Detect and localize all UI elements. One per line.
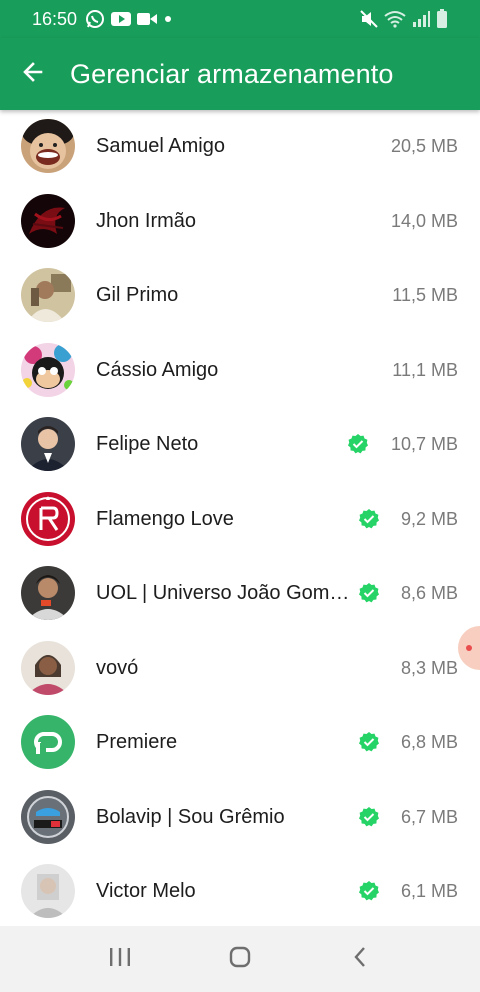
signal-icon: [412, 10, 430, 28]
storage-size: 20,5 MB: [390, 135, 458, 156]
person-photo-avatar: [21, 566, 75, 620]
person-photo-avatar: [21, 417, 75, 471]
chat-name: Gil Primo: [96, 283, 179, 306]
storage-size: 6,7 MB: [400, 806, 458, 827]
storage-size: 6,1 MB: [400, 880, 458, 901]
chat-name: Premiere: [96, 730, 178, 753]
list-item[interactable]: Jhon Irmão 14,0 MB: [0, 184, 480, 258]
nav-back-button[interactable]: [340, 939, 380, 979]
storage-size: 9,2 MB: [400, 508, 458, 529]
notification-icons: [85, 9, 173, 29]
mute-icon: [360, 10, 378, 28]
cartoon-mouse-avatar: [21, 343, 75, 397]
home-icon: [228, 945, 252, 974]
system-navigation-bar: [0, 926, 480, 992]
verified-badge-icon: [359, 732, 379, 752]
youtube-icon: [111, 11, 132, 27]
chat-storage-list[interactable]: Samuel Amigo 20,5 MB Jhon Irmão 14,0 MB …: [0, 110, 480, 926]
system-icons: [360, 9, 448, 29]
verified-badge-icon: [359, 583, 379, 603]
person-photo-avatar: [21, 864, 75, 918]
person-photo-avatar: [21, 268, 75, 322]
chat-name: UOL | Universo João Gom…: [96, 581, 350, 604]
verified-badge-icon: [359, 509, 379, 529]
storage-size: 14,0 MB: [390, 210, 458, 231]
verified-badge-icon: [348, 434, 368, 454]
verified-badge-icon: [359, 807, 379, 827]
list-item[interactable]: Premiere 6,8 MB: [0, 705, 480, 779]
list-item[interactable]: Gil Primo 11,5 MB: [0, 258, 480, 332]
flamengo-crest-avatar: [21, 492, 75, 546]
storage-size: 8,6 MB: [400, 582, 458, 603]
storage-size: 11,5 MB: [392, 284, 458, 305]
list-item[interactable]: vovó 8,3 MB: [0, 631, 480, 705]
recent-apps-icon: [108, 946, 132, 973]
premiere-logo-avatar: [21, 715, 75, 769]
gremio-badge-avatar: [21, 790, 75, 844]
dot-icon: [163, 14, 173, 24]
app-bar: Gerenciar armazenamento: [0, 38, 480, 110]
chat-name: vovó: [96, 656, 139, 679]
chat-name: Victor Melo: [96, 879, 196, 902]
back-icon: [351, 945, 369, 974]
battery-icon: [436, 9, 448, 29]
list-item[interactable]: Cássio Amigo 11,1 MB: [0, 333, 480, 407]
list-item[interactable]: Victor Melo 6,1 MB: [0, 854, 480, 926]
status-bar: 16:50: [0, 0, 480, 38]
list-item[interactable]: Samuel Amigo 20,5 MB: [0, 110, 480, 183]
chat-name: Samuel Amigo: [96, 134, 225, 157]
dark-red-pattern-avatar: [21, 194, 75, 248]
list-item[interactable]: Felipe Neto 10,7 MB: [0, 407, 480, 481]
status-time: 16:50: [32, 8, 78, 29]
page-title: Gerenciar armazenamento: [70, 58, 394, 89]
video-icon: [137, 11, 158, 27]
wifi-icon: [384, 10, 406, 28]
arrow-left-icon: [21, 60, 45, 89]
chat-name: Felipe Neto: [96, 432, 199, 455]
anime-character-avatar: [21, 119, 75, 173]
recent-apps-button[interactable]: [100, 939, 140, 979]
storage-size: 10,7 MB: [390, 433, 458, 454]
list-item[interactable]: UOL | Universo João Gom… 8,6 MB: [0, 556, 480, 630]
chat-name: Jhon Irmão: [96, 209, 197, 232]
storage-size: 6,8 MB: [400, 731, 458, 752]
storage-size: 8,3 MB: [400, 657, 458, 678]
back-button[interactable]: [0, 38, 66, 110]
storage-size: 11,1 MB: [392, 359, 458, 380]
whatsapp-icon: [85, 9, 105, 29]
list-item[interactable]: Bolavip | Sou Grêmio 6,7 MB: [0, 780, 480, 854]
chat-name: Flamengo Love: [96, 507, 234, 530]
home-button[interactable]: [220, 939, 260, 979]
verified-badge-icon: [359, 881, 379, 901]
list-item[interactable]: Flamengo Love 9,2 MB: [0, 482, 480, 556]
chat-name: Bolavip | Sou Grêmio: [96, 805, 285, 828]
record-dot-icon: [466, 645, 472, 651]
person-photo-avatar: [21, 641, 75, 695]
chat-name: Cássio Amigo: [96, 358, 219, 381]
